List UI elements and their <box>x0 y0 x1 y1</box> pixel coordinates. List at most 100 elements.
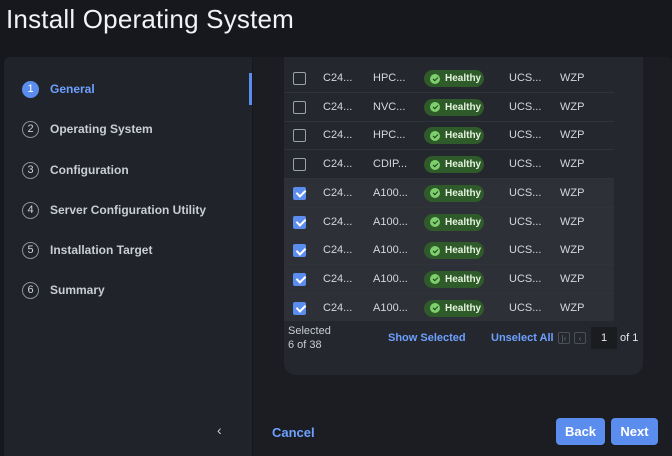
selected-count: 6 of 38 <box>288 339 322 351</box>
table-row[interactable]: C24... A100... Healthy UCS... WZP <box>284 207 614 237</box>
step-number: 5 <box>22 241 39 259</box>
server-serial: WZP <box>560 301 585 314</box>
server-model: HPC... <box>373 72 406 84</box>
selected-label: Selected <box>288 325 331 337</box>
table-row[interactable]: C24... HPC... Healthy UCS... WZP <box>284 121 614 151</box>
status-badge: Healthy <box>424 184 484 202</box>
row-checkbox[interactable] <box>293 272 306 286</box>
server-serial: WZP <box>560 215 585 228</box>
prev-page-icon[interactable]: ‹ <box>574 332 586 344</box>
row-checkbox[interactable] <box>293 301 306 315</box>
wizard-footer: Cancel Back Next <box>253 400 672 456</box>
wizard-sidebar: 1 General 2 Operating System 3 Configura… <box>4 57 252 456</box>
server-platform: UCS... <box>509 215 542 228</box>
check-circle-icon <box>430 274 440 285</box>
row-checkbox[interactable] <box>293 100 306 114</box>
row-checkbox[interactable] <box>293 72 306 85</box>
step-server-configuration-utility[interactable]: 4 Server Configuration Utility <box>22 200 206 220</box>
status-badge: Healthy <box>424 299 484 317</box>
table-row[interactable]: C24... NVC... Healthy UCS... WZP <box>284 93 614 122</box>
active-step-indicator <box>249 73 252 105</box>
server-platform: UCS... <box>509 129 542 142</box>
page-title: Install Operating System <box>6 4 295 34</box>
server-name: C24... <box>323 158 353 171</box>
table-row[interactable]: C24... HPC... Healthy UCS... WZP <box>284 64 614 93</box>
health-label: Healthy <box>445 130 482 142</box>
server-platform: UCS... <box>509 72 542 84</box>
server-model: CDIP... <box>373 158 408 171</box>
server-platform: UCS... <box>509 158 542 171</box>
step-summary[interactable]: 6 Summary <box>22 280 105 300</box>
health-label: Healthy <box>445 216 482 228</box>
step-number: 3 <box>22 161 39 179</box>
health-label: Healthy <box>445 73 482 84</box>
health-label: Healthy <box>445 159 482 171</box>
server-serial: WZP <box>560 100 585 113</box>
row-checkbox[interactable] <box>293 186 306 200</box>
status-badge: Healthy <box>424 70 484 87</box>
status-badge: Healthy <box>424 213 484 231</box>
table-row[interactable]: C24... A100... Healthy UCS... WZP <box>284 293 614 321</box>
server-platform: UCS... <box>509 272 542 285</box>
table-row[interactable]: C24... CDIP... Healthy UCS... WZP <box>284 150 614 180</box>
server-serial: WZP <box>560 72 585 84</box>
server-serial: WZP <box>560 129 585 142</box>
check-circle-icon <box>430 188 440 199</box>
cancel-button[interactable]: Cancel <box>272 425 315 440</box>
status-badge: Healthy <box>424 242 484 260</box>
table-row[interactable]: C24... A100... Healthy UCS... WZP <box>284 264 614 294</box>
table-row[interactable]: C24... A100... Healthy UCS... WZP <box>284 236 614 266</box>
server-serial: WZP <box>560 244 585 257</box>
server-name: C24... <box>323 301 353 314</box>
first-page-icon[interactable]: |‹ <box>558 332 570 344</box>
page-total: of 1 <box>620 332 639 344</box>
step-number: 6 <box>22 281 39 299</box>
row-checkbox[interactable] <box>293 244 306 258</box>
status-badge: Healthy <box>424 127 484 145</box>
server-name: C24... <box>323 72 353 84</box>
step-installation-target[interactable]: 5 Installation Target <box>22 240 152 260</box>
page-number-input[interactable] <box>591 327 617 349</box>
step-label: Installation Target <box>50 243 153 257</box>
step-label: Summary <box>50 283 105 297</box>
chevron-left-icon[interactable]: ‹ <box>217 422 222 438</box>
table-row[interactable]: C24... A100... Healthy UCS... WZP <box>284 178 614 208</box>
selection-summary: Selected 6 of 38 <box>288 324 331 352</box>
health-label: Healthy <box>445 302 482 314</box>
health-label: Healthy <box>445 187 482 199</box>
check-circle-icon <box>430 159 440 170</box>
server-model: A100... <box>373 215 408 228</box>
server-serial: WZP <box>560 272 585 285</box>
server-model: NVC... <box>373 100 406 113</box>
next-button[interactable]: Next <box>611 418 658 445</box>
server-model: A100... <box>373 244 408 257</box>
main-panel: C24... HPC... Healthy UCS... WZP C24... NVC...… <box>253 57 672 400</box>
show-selected-link[interactable]: Show Selected <box>388 332 466 344</box>
step-general[interactable]: 1 General <box>22 79 95 99</box>
server-model: A100... <box>373 272 408 285</box>
back-button[interactable]: Back <box>556 418 605 445</box>
server-name: C24... <box>323 272 353 285</box>
server-model: A100... <box>373 301 408 314</box>
row-checkbox[interactable] <box>293 129 306 143</box>
check-circle-icon <box>430 245 440 256</box>
server-name: C24... <box>323 244 353 257</box>
server-name: C24... <box>323 215 353 228</box>
check-circle-icon <box>430 102 440 113</box>
step-configuration[interactable]: 3 Configuration <box>22 160 129 180</box>
row-checkbox[interactable] <box>293 215 306 229</box>
step-number: 4 <box>22 201 39 219</box>
server-serial: WZP <box>560 186 585 199</box>
server-model: A100... <box>373 186 408 199</box>
step-operating-system[interactable]: 2 Operating System <box>22 119 153 139</box>
server-platform: UCS... <box>509 301 542 314</box>
unselect-all-link[interactable]: Unselect All <box>491 332 554 344</box>
step-label: Server Configuration Utility <box>50 203 207 217</box>
server-serial: WZP <box>560 158 585 171</box>
health-label: Healthy <box>445 245 482 257</box>
status-badge: Healthy <box>424 270 484 288</box>
server-name: C24... <box>323 129 353 142</box>
row-checkbox[interactable] <box>293 158 306 172</box>
server-platform: UCS... <box>509 186 542 199</box>
step-label: Configuration <box>50 163 129 177</box>
